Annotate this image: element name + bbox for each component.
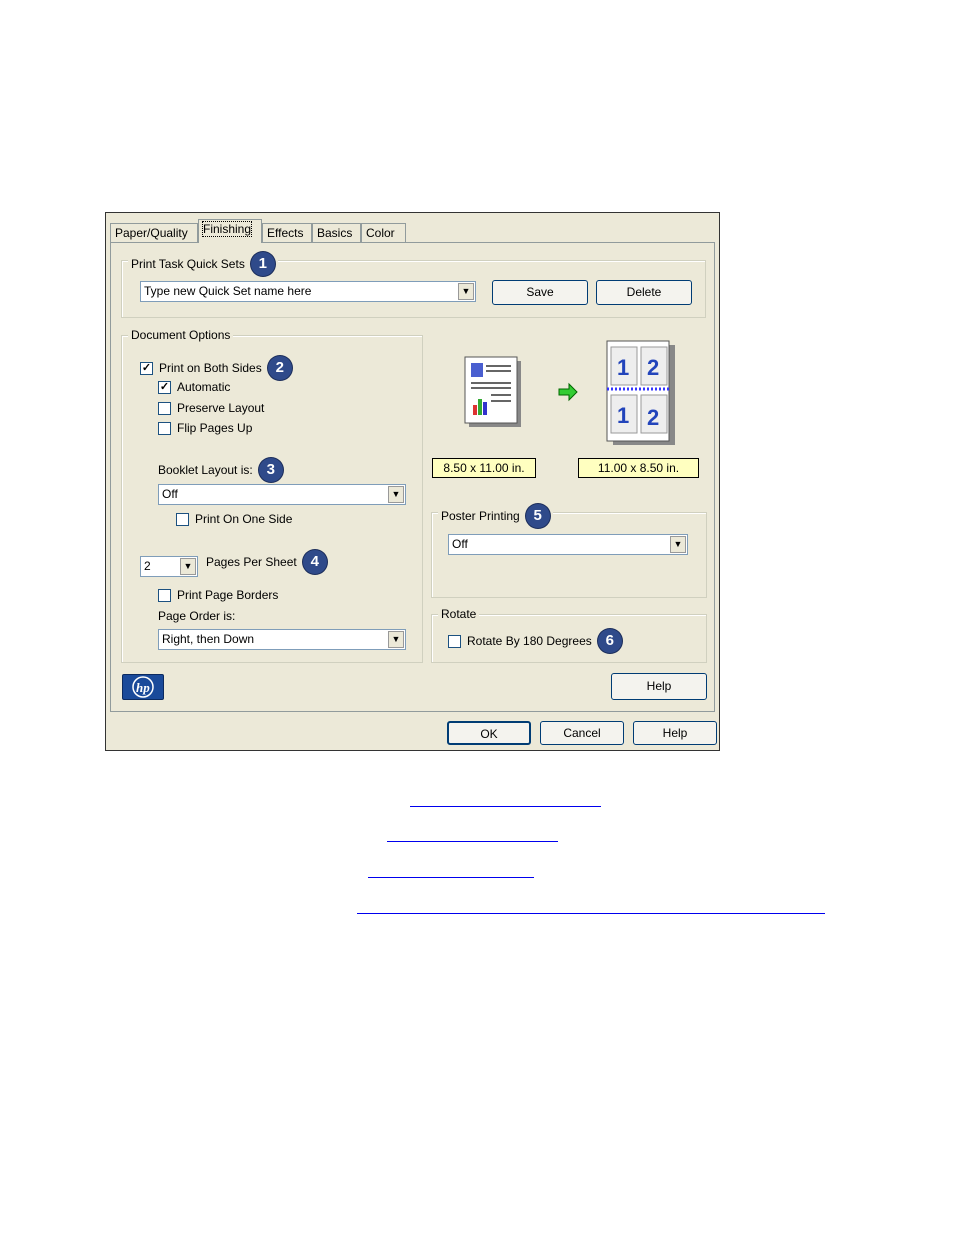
poster-printing-title: Poster Printing: [441, 509, 520, 523]
dropdown-arrow-icon[interactable]: ▼: [458, 283, 474, 300]
pages-per-sheet-combo[interactable]: 2 ▼: [140, 556, 198, 577]
document-options-title: Document Options: [131, 328, 231, 342]
flip-pages-up-label: Flip Pages Up: [177, 421, 253, 435]
print-one-side-label: Print On One Side: [195, 512, 293, 526]
print-both-sides-label: Print on Both Sides: [159, 361, 262, 375]
svg-text:hp: hp: [136, 680, 150, 695]
tab-finishing[interactable]: Finishing: [198, 219, 262, 243]
link-underline-3[interactable]: [368, 877, 534, 878]
flip-pages-up-checkbox[interactable]: Flip Pages Up: [158, 421, 252, 435]
quick-sets-group: Print Task Quick Sets 1 Type new Quick S…: [121, 252, 706, 318]
quick-set-name-value: Type new Quick Set name here: [144, 284, 312, 298]
tab-basics[interactable]: Basics: [312, 223, 361, 242]
print-page-borders-checkbox[interactable]: Print Page Borders: [158, 588, 278, 602]
finishing-panel: Print Task Quick Sets 1 Type new Quick S…: [110, 242, 715, 712]
size-label-portrait: 8.50 x 11.00 in.: [432, 458, 536, 478]
link-underline-2[interactable]: [387, 841, 558, 842]
poster-printing-value: Off: [452, 537, 468, 551]
callout-badge-6: 6: [597, 629, 622, 653]
help-button-inner[interactable]: Help: [611, 673, 707, 700]
help-button[interactable]: Help: [633, 721, 717, 745]
pages-per-sheet-label: Pages Per Sheet: [206, 555, 297, 569]
booklet-layout-label: Booklet Layout is:: [158, 463, 253, 477]
dropdown-arrow-icon[interactable]: ▼: [180, 558, 196, 575]
hp-logo: hp: [122, 674, 164, 700]
dropdown-arrow-icon[interactable]: ▼: [388, 486, 404, 503]
svg-text:2: 2: [647, 405, 659, 430]
print-both-sides-checkbox[interactable]: ✓ Print on Both Sides 2: [140, 356, 292, 380]
cancel-button[interactable]: Cancel: [540, 721, 624, 745]
hp-logo-icon: hp: [132, 676, 154, 698]
print-page-borders-label: Print Page Borders: [177, 588, 279, 602]
tab-label: Finishing: [201, 221, 253, 237]
tab-label: Paper/Quality: [115, 226, 188, 240]
svg-text:1: 1: [617, 355, 629, 380]
automatic-label: Automatic: [177, 380, 231, 394]
rotate-title: Rotate: [441, 607, 477, 621]
poster-printing-group: Poster Printing 5 Off ▼: [431, 504, 707, 598]
tab-label: Color: [366, 226, 395, 240]
dropdown-arrow-icon[interactable]: ▼: [670, 536, 686, 553]
arrow-right-icon: [558, 382, 578, 402]
automatic-checkbox[interactable]: ✓ Automatic: [158, 380, 230, 394]
page-order-label: Page Order is:: [158, 609, 236, 623]
rotate-legend: Rotate: [438, 606, 480, 622]
checkbox-empty-icon[interactable]: [158, 421, 171, 435]
quick-sets-title: Print Task Quick Sets: [131, 257, 245, 271]
preserve-layout-label: Preserve Layout: [177, 401, 265, 415]
delete-button[interactable]: Delete: [596, 280, 692, 305]
link-underline-1[interactable]: [410, 806, 601, 807]
size-label-landscape: 11.00 x 8.50 in.: [578, 458, 699, 478]
quick-sets-legend: Print Task Quick Sets 1: [128, 252, 278, 276]
rotate-180-label: Rotate By 180 Degrees: [467, 634, 592, 648]
tab-color[interactable]: Color: [361, 223, 406, 242]
save-button[interactable]: Save: [492, 280, 588, 305]
checkbox-empty-icon[interactable]: [448, 634, 461, 648]
booklet-layout-value: Off: [162, 487, 178, 501]
document-options-group: Document Options ✓ Print on Both Sides 2…: [121, 327, 423, 663]
svg-text:1: 1: [617, 403, 629, 428]
print-one-side-checkbox[interactable]: Print On One Side: [176, 512, 292, 526]
checkbox-empty-icon[interactable]: [176, 512, 189, 526]
rotate-group: Rotate Rotate By 180 Degrees 6: [431, 606, 707, 663]
poster-printing-combo[interactable]: Off ▼: [448, 534, 688, 555]
tab-label: Basics: [317, 226, 353, 240]
page-order-value: Right, then Down: [162, 632, 255, 646]
tab-paper-quality[interactable]: Paper/Quality: [110, 223, 198, 242]
callout-badge-5: 5: [525, 504, 550, 528]
preserve-layout-checkbox[interactable]: Preserve Layout: [158, 401, 264, 415]
portrait-page-icon: [464, 356, 521, 427]
checkbox-checked-icon[interactable]: ✓: [158, 380, 171, 394]
booklet-layout-label-row: Booklet Layout is: 3: [158, 458, 283, 482]
checkbox-checked-icon[interactable]: ✓: [140, 361, 153, 375]
callout-badge-4: 4: [302, 550, 327, 574]
tab-label: Effects: [267, 226, 304, 240]
link-underline-4[interactable]: [357, 913, 825, 914]
tab-effects[interactable]: Effects: [262, 223, 312, 242]
checkbox-empty-icon[interactable]: [158, 401, 171, 415]
ok-button[interactable]: OK: [447, 721, 531, 745]
document-options-legend: Document Options: [128, 327, 234, 343]
callout-badge-3: 3: [258, 458, 283, 482]
printer-properties-dialog: Paper/Quality Finishing Effects Basics C…: [105, 212, 720, 751]
dropdown-arrow-icon[interactable]: ▼: [388, 631, 404, 648]
landscape-booklet-icon: 1 2 1 2: [606, 340, 675, 445]
callout-badge-1: 1: [250, 252, 275, 276]
svg-text:2: 2: [647, 355, 659, 380]
poster-printing-legend: Poster Printing 5: [438, 504, 553, 528]
rotate-180-checkbox[interactable]: Rotate By 180 Degrees 6: [448, 629, 622, 653]
page-order-combo[interactable]: Right, then Down ▼: [158, 629, 406, 650]
quick-set-name-combo[interactable]: Type new Quick Set name here ▼: [140, 281, 476, 302]
booklet-layout-combo[interactable]: Off ▼: [158, 484, 406, 505]
pages-per-sheet-value: 2: [144, 559, 151, 573]
pages-per-sheet-label-row: Pages Per Sheet 4: [206, 550, 327, 574]
callout-badge-2: 2: [267, 356, 292, 380]
checkbox-empty-icon[interactable]: [158, 588, 171, 602]
duplex-preview-graphic: 1 2 1 2: [464, 340, 675, 445]
